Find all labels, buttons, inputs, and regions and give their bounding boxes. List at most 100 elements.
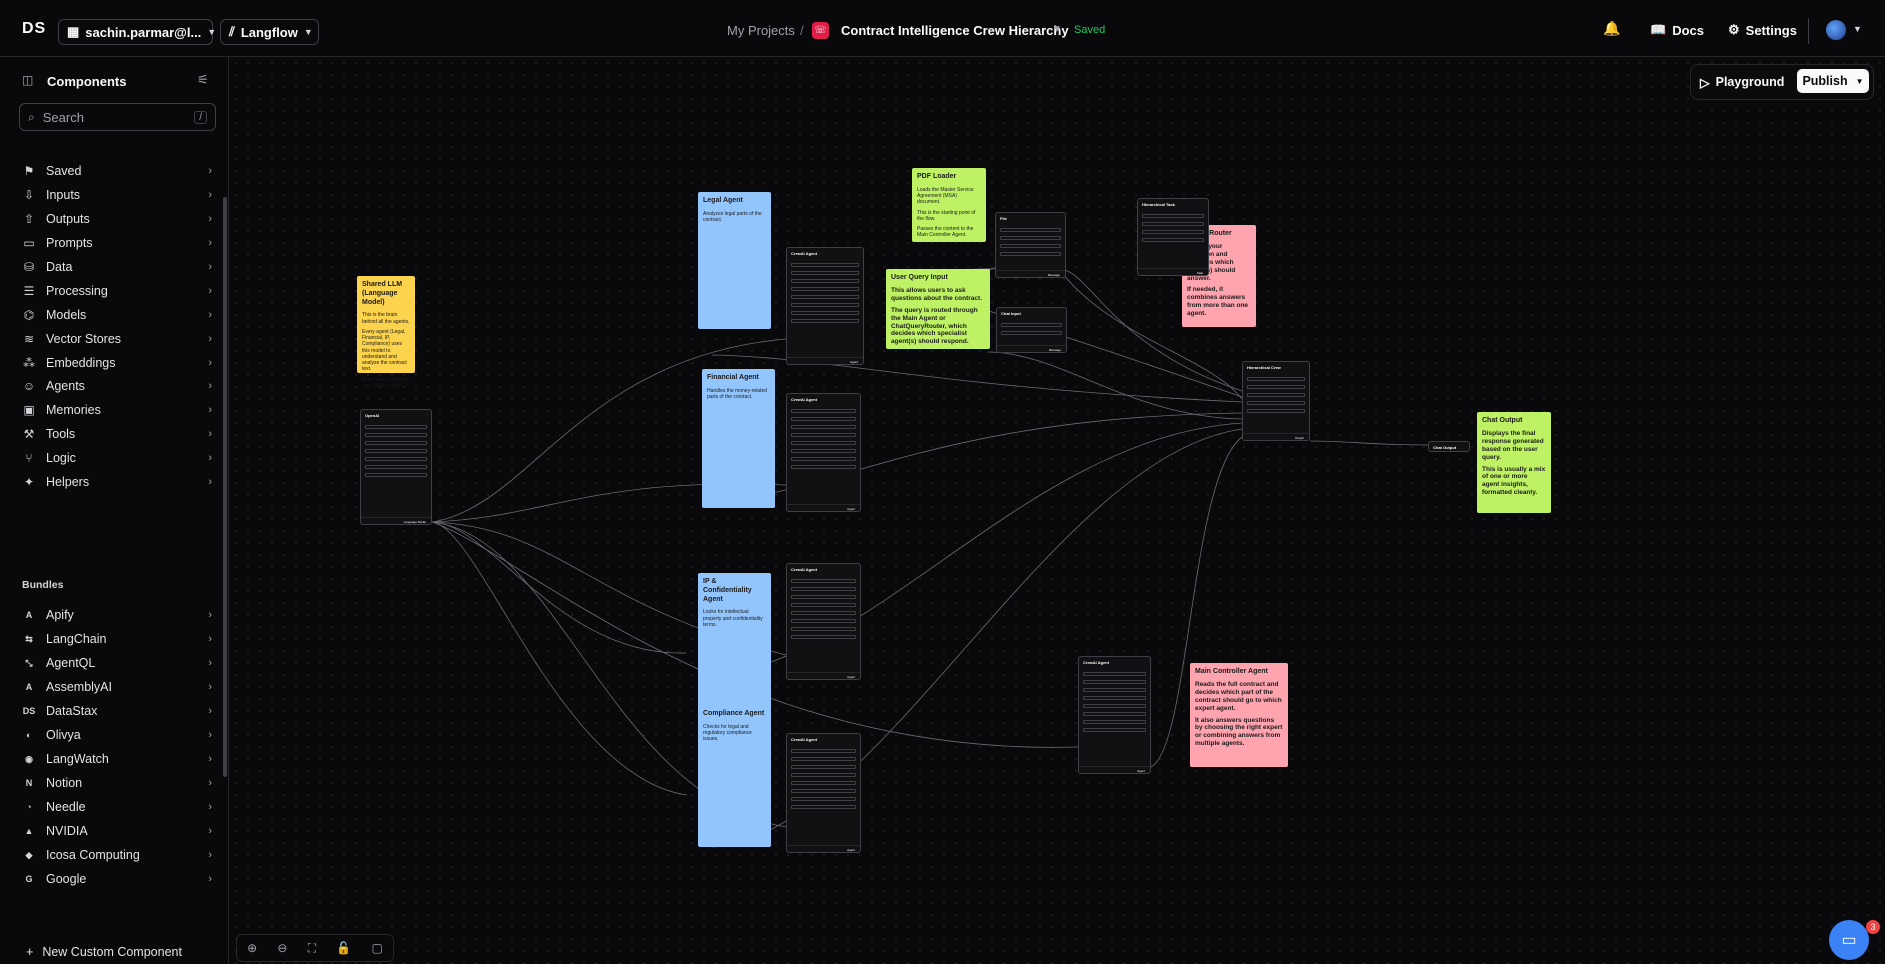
node-field[interactable] <box>791 595 856 599</box>
node-output[interactable]: Agent <box>787 845 860 852</box>
zoom-in-icon[interactable]: ⊕ <box>247 941 257 955</box>
fit-view-icon[interactable]: ⛶ <box>308 941 316 956</box>
node-field[interactable] <box>1000 236 1061 240</box>
node-file[interactable]: File Message <box>995 212 1066 278</box>
node-field[interactable] <box>791 781 856 785</box>
node-field[interactable] <box>1142 238 1204 242</box>
sticky-note-shared-llm[interactable]: Shared LLM (Language Model) This is the b… <box>357 276 415 389</box>
node-field[interactable] <box>1000 244 1061 248</box>
node-hierarchical-task[interactable]: Hierarchical Task Task <box>1137 198 1209 276</box>
node-field[interactable] <box>791 765 856 769</box>
lock-icon[interactable]: 🔓 <box>336 941 351 955</box>
node-chat-output[interactable]: Chat Output <box>1428 441 1470 452</box>
sidebar-item-memories[interactable]: ▣ Memories › <box>22 399 212 421</box>
flow-menu-chevron-icon[interactable]: ▼ <box>1052 24 1062 35</box>
node-field[interactable] <box>1083 720 1146 724</box>
node-field[interactable] <box>791 773 856 777</box>
workspace-selector[interactable]: ⫽ Langflow ▼ <box>220 19 319 45</box>
sliders-icon[interactable]: ⚟ <box>197 72 209 88</box>
node-field[interactable] <box>791 603 856 607</box>
node-field[interactable] <box>791 587 856 591</box>
sidebar-item-tools[interactable]: ⚒ Tools › <box>22 423 212 445</box>
bundle-item-datastax[interactable]: DS DataStax › <box>22 700 212 722</box>
node-field[interactable] <box>791 579 856 583</box>
node-field[interactable] <box>791 319 859 323</box>
sidebar-item-processing[interactable]: ☰ Processing › <box>22 280 212 302</box>
node-field[interactable] <box>791 789 856 793</box>
sidebar-item-prompts[interactable]: ▭ Prompts › <box>22 232 212 254</box>
node-field[interactable] <box>1247 385 1305 389</box>
node-field[interactable] <box>791 263 859 267</box>
node-field[interactable] <box>1247 409 1305 413</box>
bundle-item-olivya[interactable]: ◐ Olivya › <box>22 724 212 746</box>
sticky-note-main-controller[interactable]: Main Controller Agent Reads the full cont… <box>1190 663 1288 767</box>
node-field[interactable] <box>791 457 856 461</box>
node-output[interactable]: Language Model <box>361 517 431 524</box>
sticky-note-compliance[interactable]: Compliance Agent Checks for legal and reg… <box>698 705 771 847</box>
node-field[interactable] <box>791 627 856 631</box>
node-field[interactable] <box>365 441 427 445</box>
node-field[interactable] <box>1001 331 1062 335</box>
node-field[interactable] <box>791 417 856 421</box>
node-field[interactable] <box>1247 377 1305 381</box>
bundle-item-google[interactable]: G Google › <box>22 868 212 890</box>
node-field[interactable] <box>791 441 856 445</box>
sidebar-scrollbar[interactable] <box>223 197 227 777</box>
sticky-note-financial[interactable]: Financial Agent Handles the money-related… <box>702 369 775 508</box>
sidebar-item-agents[interactable]: ☺ Agents › <box>22 375 212 397</box>
node-output[interactable]: Message <box>996 270 1065 277</box>
node-field[interactable] <box>1083 712 1146 716</box>
node-field[interactable] <box>791 271 859 275</box>
panel-left-icon[interactable]: ◫ <box>22 73 33 87</box>
node-field[interactable] <box>365 457 427 461</box>
node-field[interactable] <box>791 279 859 283</box>
bundle-item-assemblyai[interactable]: A AssemblyAI › <box>22 676 212 698</box>
node-field[interactable] <box>365 433 427 437</box>
node-output[interactable]: Message <box>997 345 1066 352</box>
node-field[interactable] <box>1142 222 1204 226</box>
breadcrumb-projects[interactable]: My Projects <box>727 23 795 38</box>
bundle-item-langchain[interactable]: ⇆ LangChain › <box>22 628 212 650</box>
node-crewai-agent-legal[interactable]: CrewAI Agent Agent <box>786 247 864 365</box>
sticky-note-legal[interactable]: Legal Agent Analyzes legal parts of the c… <box>698 192 771 329</box>
sticky-note-ip[interactable]: IP & Confidentiality Agent Looks for inte… <box>698 573 771 713</box>
search-input[interactable] <box>42 109 173 125</box>
node-field[interactable] <box>1083 680 1146 684</box>
node-field[interactable] <box>791 619 856 623</box>
node-field[interactable] <box>365 449 427 453</box>
node-openai[interactable]: OpenAI Language Model <box>360 409 432 525</box>
bundle-item-apify[interactable]: A Apify › <box>22 604 212 626</box>
avatar-chevron-icon[interactable]: ▼ <box>1853 24 1862 34</box>
node-output[interactable]: Agent <box>1079 766 1150 773</box>
node-field[interactable] <box>791 311 859 315</box>
flow-title[interactable]: Contract Intelligence Crew Hierarchy <box>841 23 1069 38</box>
notifications-bell-icon[interactable]: 🔔 <box>1603 20 1620 37</box>
node-field[interactable] <box>1083 728 1146 732</box>
node-field[interactable] <box>791 465 856 469</box>
sidebar-item-saved[interactable]: ⚑ Saved › <box>22 160 212 182</box>
node-field[interactable] <box>791 449 856 453</box>
node-output[interactable]: Task <box>1138 268 1208 275</box>
bundle-item-langwatch[interactable]: ◉ LangWatch › <box>22 748 212 770</box>
bundle-item-agentql[interactable]: ⤡ AgentQL › <box>22 652 212 674</box>
account-selector[interactable]: ▦ sachin.parmar@l... ▼ <box>58 19 216 45</box>
node-field[interactable] <box>791 295 859 299</box>
node-hierarchical-crew[interactable]: Hierarchical Crew Output <box>1242 361 1310 441</box>
sidebar-item-vector-stores[interactable]: ≋ Vector Stores › <box>22 328 212 350</box>
node-field[interactable] <box>1142 214 1204 218</box>
node-field[interactable] <box>791 409 856 413</box>
node-crewai-agent-compliance[interactable]: CrewAI Agent Agent <box>786 733 861 853</box>
settings-link[interactable]: ⚙ Settings <box>1728 22 1797 38</box>
node-field[interactable] <box>365 473 427 477</box>
node-crewai-agent-financial[interactable]: CrewAI Agent Agent <box>786 393 861 512</box>
sidebar-item-inputs[interactable]: ⇩ Inputs › <box>22 184 212 206</box>
node-field[interactable] <box>365 465 427 469</box>
node-crewai-agent-ip[interactable]: CrewAI Agent Agent <box>786 563 861 680</box>
node-field[interactable] <box>791 797 856 801</box>
node-field[interactable] <box>791 749 856 753</box>
node-field[interactable] <box>791 433 856 437</box>
sidebar-item-models[interactable]: ⌬ Models › <box>22 304 212 326</box>
bundle-item-icosa-computing[interactable]: ◆ Icosa Computing › <box>22 844 212 866</box>
publish-button[interactable]: Publish ▼ <box>1797 69 1869 93</box>
bundle-item-needle[interactable]: ◔ Needle › <box>22 796 212 818</box>
